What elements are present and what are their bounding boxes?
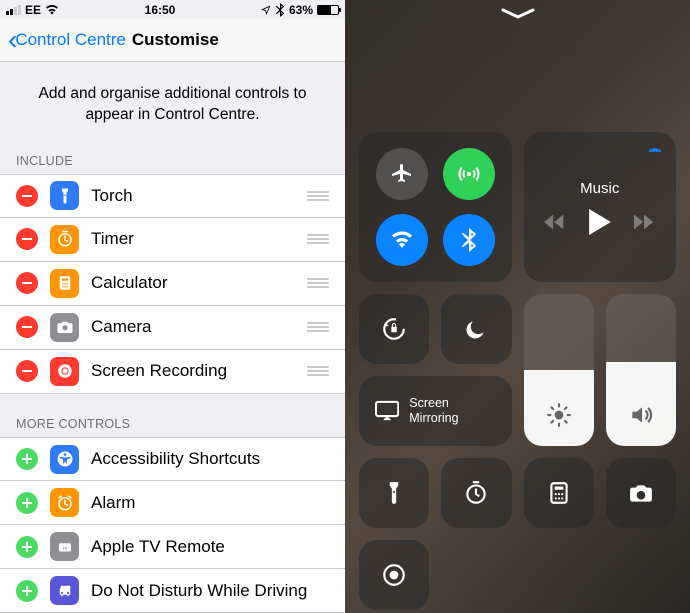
wifi-icon xyxy=(390,228,414,252)
row-label: Apple TV Remote xyxy=(91,537,329,557)
remove-button[interactable] xyxy=(16,185,38,207)
rewind-icon[interactable] xyxy=(544,213,566,231)
timer-icon xyxy=(463,480,489,506)
timer-button[interactable] xyxy=(441,458,511,528)
include-header: INCLUDE xyxy=(0,148,345,174)
screen-record-button[interactable] xyxy=(359,540,429,610)
list-item: Do Not Disturb While Driving xyxy=(0,569,345,613)
carrier-label: EE xyxy=(25,3,41,17)
remove-button[interactable] xyxy=(16,360,38,382)
brightness-slider[interactable] xyxy=(524,294,594,446)
back-label: Control Centre xyxy=(15,30,126,50)
wifi-button[interactable] xyxy=(376,214,428,266)
battery-pct-label: 63% xyxy=(289,3,313,17)
list-item: Timer xyxy=(0,218,345,262)
volume-slider[interactable] xyxy=(606,294,676,446)
camera-icon xyxy=(50,313,79,342)
remove-button[interactable] xyxy=(16,228,38,250)
screen-mirroring-icon xyxy=(375,400,399,422)
moon-icon xyxy=(463,316,489,342)
torch-icon xyxy=(381,480,407,506)
camera-button[interactable] xyxy=(606,458,676,528)
drag-handle-icon[interactable] xyxy=(307,366,329,376)
media-tile[interactable]: Music xyxy=(524,132,677,282)
cellular-icon xyxy=(457,162,481,186)
drag-handle-icon[interactable] xyxy=(307,322,329,332)
drag-handle-icon[interactable] xyxy=(307,278,329,288)
record-icon xyxy=(50,357,79,386)
control-centre-screen: Music Screen M xyxy=(345,0,690,613)
svg-text:tv: tv xyxy=(62,545,66,550)
cellular-button[interactable] xyxy=(443,148,495,200)
connectivity-tile[interactable] xyxy=(359,132,512,282)
orientation-lock-icon xyxy=(381,316,407,342)
list-item: Camera xyxy=(0,306,345,350)
add-button[interactable] xyxy=(16,492,38,514)
tv-icon: tv xyxy=(50,532,79,561)
bluetooth-button[interactable] xyxy=(443,214,495,266)
row-label: Alarm xyxy=(91,493,329,513)
list-item: tv Apple TV Remote xyxy=(0,525,345,569)
list-item: Torch xyxy=(0,174,345,218)
wifi-icon xyxy=(45,3,59,17)
add-button[interactable] xyxy=(16,448,38,470)
play-icon[interactable] xyxy=(588,209,612,235)
chevron-down-icon[interactable] xyxy=(501,8,535,20)
list-item: Screen Recording xyxy=(0,350,345,394)
timer-icon xyxy=(50,225,79,254)
brightness-icon xyxy=(546,402,572,428)
nav-bar: ‹ Control Centre Customise xyxy=(0,19,345,61)
remove-button[interactable] xyxy=(16,272,38,294)
screen-mirroring-button[interactable]: Screen Mirroring xyxy=(359,376,512,446)
volume-icon xyxy=(628,402,654,428)
bluetooth-icon xyxy=(457,228,481,252)
list-item: Alarm xyxy=(0,481,345,525)
row-label: Timer xyxy=(91,229,295,249)
torch-button[interactable] xyxy=(359,458,429,528)
do-not-disturb-button[interactable] xyxy=(441,294,511,364)
signal-bars-icon xyxy=(6,5,21,15)
page-description: Add and organise additional controls to … xyxy=(0,62,345,148)
forward-icon[interactable] xyxy=(634,213,656,231)
orientation-lock-button[interactable] xyxy=(359,294,429,364)
remove-button[interactable] xyxy=(16,316,38,338)
accessibility-icon xyxy=(50,445,79,474)
row-label: Accessibility Shortcuts xyxy=(91,449,329,469)
row-label: Torch xyxy=(91,186,295,206)
record-icon xyxy=(381,562,407,588)
back-button[interactable]: ‹ Control Centre xyxy=(8,26,126,54)
list-item: Calculator xyxy=(0,262,345,306)
row-label: Screen Recording xyxy=(91,361,295,381)
alarm-icon xyxy=(50,488,79,517)
clock-label: 16:50 xyxy=(145,3,176,17)
calculator-icon xyxy=(50,269,79,298)
drag-handle-icon[interactable] xyxy=(307,234,329,244)
location-icon xyxy=(261,5,271,15)
airplane-icon xyxy=(390,162,414,186)
media-title: Music xyxy=(580,180,619,197)
list-item: Accessibility Shortcuts xyxy=(0,437,345,481)
more-controls-header: MORE CONTROLS xyxy=(0,411,345,437)
airplay-icon xyxy=(646,142,664,156)
calculator-button[interactable] xyxy=(524,458,594,528)
car-dnd-icon xyxy=(50,576,79,605)
battery-icon xyxy=(317,5,339,15)
airplane-mode-button[interactable] xyxy=(376,148,428,200)
page-title: Customise xyxy=(132,30,219,50)
row-label: Do Not Disturb While Driving xyxy=(91,581,329,601)
more-controls-section: MORE CONTROLS Accessibility Shortcuts Al… xyxy=(0,411,345,613)
settings-screen: EE 16:50 63% ‹ Control Centre Customise … xyxy=(0,0,345,613)
include-section: INCLUDE Torch Timer Calculator xyxy=(0,148,345,394)
screen-mirroring-label: Screen Mirroring xyxy=(409,396,495,426)
torch-icon xyxy=(50,181,79,210)
row-label: Camera xyxy=(91,317,295,337)
add-button[interactable] xyxy=(16,580,38,602)
bluetooth-icon xyxy=(275,3,285,17)
calculator-icon xyxy=(546,480,572,506)
drag-handle-icon[interactable] xyxy=(307,191,329,201)
status-bar: EE 16:50 63% xyxy=(0,0,345,19)
camera-icon xyxy=(628,480,654,506)
add-button[interactable] xyxy=(16,536,38,558)
row-label: Calculator xyxy=(91,273,295,293)
